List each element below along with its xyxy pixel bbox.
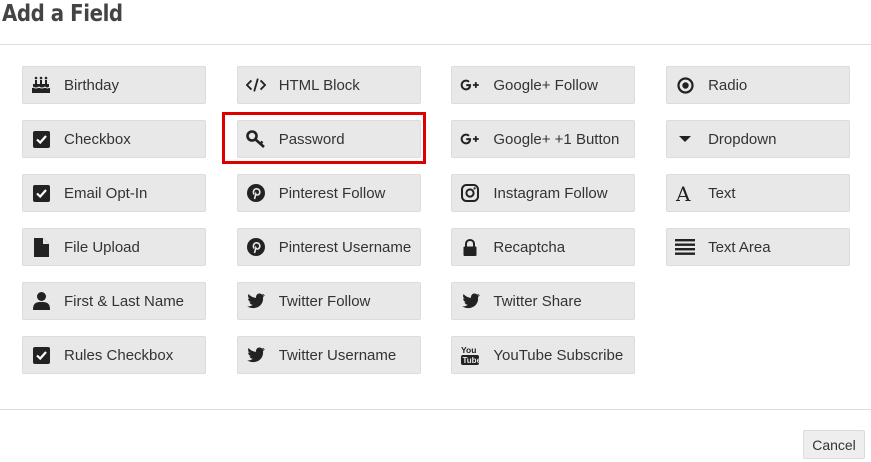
svg-text:A: A <box>675 184 691 202</box>
twitter-icon <box>246 291 266 311</box>
field-button-instagram-follow[interactable]: Instagram Follow <box>451 174 636 212</box>
text-icon: A <box>675 183 695 203</box>
field-button-google-plus-follow[interactable]: Google+ Follow <box>451 66 636 104</box>
svg-text:Tube: Tube <box>463 356 480 365</box>
lock-icon <box>460 237 480 257</box>
cancel-button[interactable]: Cancel <box>803 430 865 459</box>
google-plus-icon <box>460 75 480 95</box>
youtube-icon: You Tube <box>460 345 480 365</box>
dialog-title: Add a Field <box>2 1 123 27</box>
field-label: HTML Block <box>278 76 360 94</box>
field-label: Dropdown <box>708 130 777 148</box>
caret-down-icon <box>675 129 695 149</box>
field-button-text[interactable]: A Text <box>666 174 851 212</box>
field-label: Email Opt-In <box>64 184 148 202</box>
field-label: First & Last Name <box>64 292 185 310</box>
header-divider <box>0 44 871 45</box>
checkbox-icon <box>31 345 51 365</box>
checkbox-icon <box>31 183 51 203</box>
file-icon <box>31 237 51 257</box>
field-button-text-area[interactable]: Text Area <box>666 228 851 266</box>
cake-icon <box>31 75 51 95</box>
field-button-google-plus-one[interactable]: Google+ +1 Button <box>451 120 636 158</box>
add-field-dialog: Add a Field Birthday Checkbox Email Opt-… <box>0 0 871 462</box>
instagram-icon <box>460 183 480 203</box>
field-label: Twitter Share <box>493 292 582 310</box>
field-label: Recaptcha <box>493 238 566 256</box>
field-label: Radio <box>708 76 748 94</box>
field-grid: Birthday Checkbox Email Opt-In File Uplo… <box>22 66 851 374</box>
field-label: YouTube Subscribe <box>493 346 624 364</box>
field-button-twitter-username[interactable]: Twitter Username <box>236 336 421 374</box>
footer-divider <box>0 409 871 410</box>
code-icon <box>245 75 266 95</box>
key-icon <box>245 129 266 149</box>
field-button-birthday[interactable]: Birthday <box>22 66 206 104</box>
checkbox-icon <box>31 129 51 149</box>
field-button-pinterest-follow[interactable]: Pinterest Follow <box>236 174 421 212</box>
field-label: Google+ Follow <box>493 76 599 94</box>
radio-icon <box>675 75 695 95</box>
field-button-email-opt-in[interactable]: Email Opt-In <box>22 174 206 212</box>
text-area-icon <box>675 237 696 257</box>
field-label: Instagram Follow <box>493 184 608 202</box>
field-button-youtube-subscribe[interactable]: You Tube YouTube Subscribe <box>451 336 636 374</box>
field-label: Birthday <box>64 76 120 94</box>
field-button-radio[interactable]: Radio <box>666 66 851 104</box>
field-button-file-upload[interactable]: File Upload <box>22 228 206 266</box>
field-label: Pinterest Follow <box>278 184 386 202</box>
field-button-dropdown[interactable]: Dropdown <box>666 120 851 158</box>
field-label: Rules Checkbox <box>64 346 174 364</box>
user-icon <box>31 291 51 311</box>
field-label: File Upload <box>64 238 140 256</box>
field-button-recaptcha[interactable]: Recaptcha <box>451 228 636 266</box>
field-button-checkbox[interactable]: Checkbox <box>22 120 206 158</box>
field-button-twitter-follow[interactable]: Twitter Follow <box>236 282 421 320</box>
field-label: Text Area <box>708 238 771 256</box>
google-plus-icon <box>460 129 480 149</box>
twitter-icon <box>246 345 266 365</box>
field-button-pinterest-username[interactable]: Pinterest Username <box>236 228 421 266</box>
field-label: Google+ +1 Button <box>493 130 620 148</box>
field-button-password[interactable]: Password <box>221 112 426 164</box>
field-button-rules-checkbox[interactable]: Rules Checkbox <box>22 336 206 374</box>
field-button-html-block[interactable]: HTML Block <box>236 66 421 104</box>
twitter-icon <box>460 291 480 311</box>
field-label: Password <box>278 130 345 148</box>
field-label: Pinterest Username <box>278 238 412 256</box>
field-label: Twitter Username <box>278 346 397 364</box>
field-label: Checkbox <box>64 130 131 148</box>
pinterest-icon <box>246 183 266 203</box>
field-button-first-last-name[interactable]: First & Last Name <box>22 282 206 320</box>
field-button-twitter-share[interactable]: Twitter Share <box>451 282 636 320</box>
svg-text:You: You <box>461 345 476 355</box>
field-label: Twitter Follow <box>278 292 371 310</box>
field-label: Text <box>708 184 736 202</box>
pinterest-icon <box>246 237 266 257</box>
